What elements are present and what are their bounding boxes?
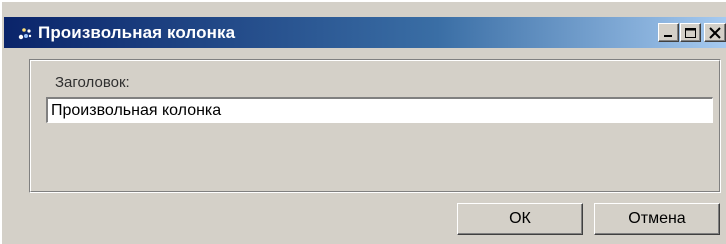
cancel-button[interactable]: Отмена: [594, 203, 720, 235]
form-group-box: Заголовок:: [29, 59, 721, 193]
header-field-label: Заголовок:: [55, 74, 130, 91]
ok-button[interactable]: ОК: [457, 203, 583, 235]
window-title: Произвольная колонка: [38, 23, 236, 42]
form-group-inner: Заголовок:: [30, 60, 720, 192]
dialog-window: Произвольная колонка Заголовок: ОК Отмен…: [0, 0, 726, 244]
app-icon: [16, 24, 34, 42]
close-button[interactable]: [704, 23, 726, 42]
close-icon: [709, 27, 721, 39]
title-bar[interactable]: Произвольная колонка: [4, 17, 726, 48]
header-input[interactable]: [46, 97, 713, 123]
minimize-button[interactable]: [658, 23, 679, 42]
maximize-icon: [685, 28, 696, 38]
maximize-button[interactable]: [680, 23, 701, 42]
minimize-icon: [664, 35, 672, 37]
